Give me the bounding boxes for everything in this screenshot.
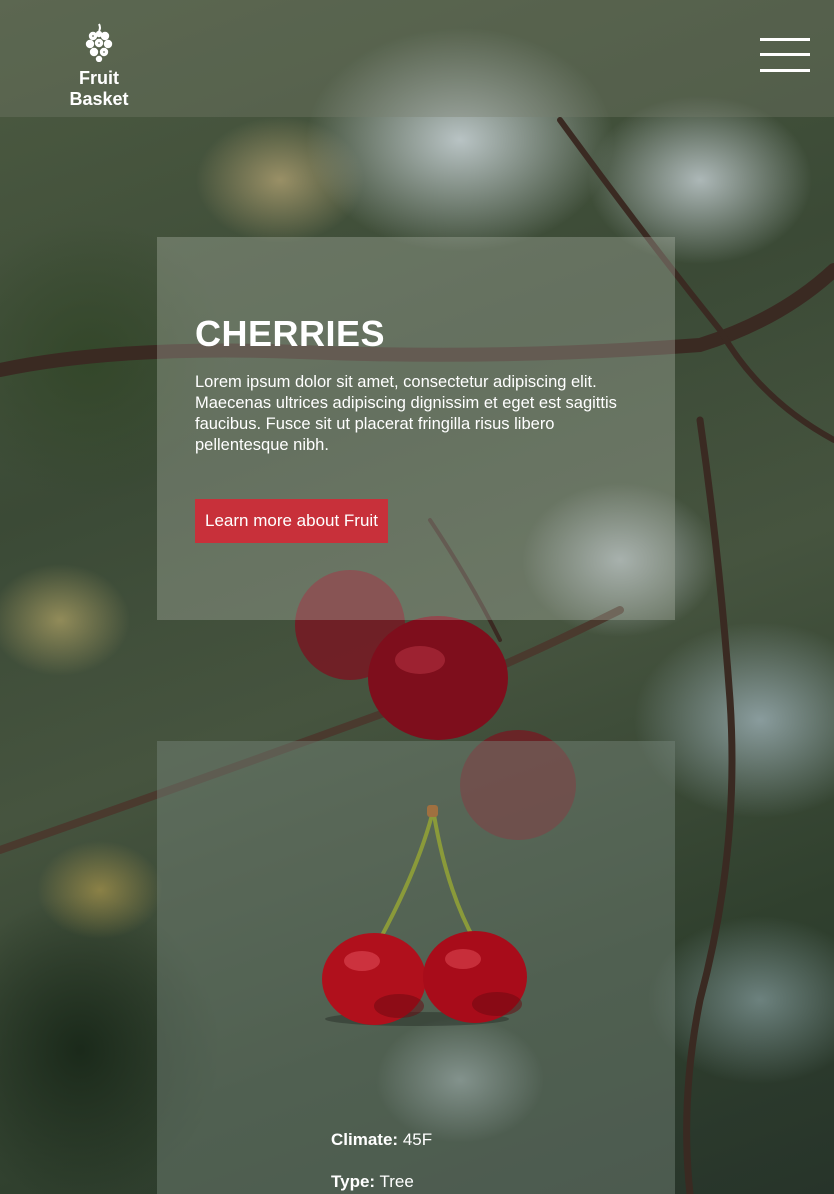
type-value: Tree bbox=[379, 1172, 414, 1191]
climate-info: Climate: 45F bbox=[331, 1130, 432, 1150]
climate-value: 45F bbox=[402, 1130, 433, 1149]
fruit-detail-card: Climate: 45F Type: Tree bbox=[157, 741, 675, 1194]
type-info: Type: Tree bbox=[331, 1172, 414, 1192]
grape-icon bbox=[85, 23, 113, 62]
top-bar: Fruit Basket bbox=[0, 0, 834, 117]
hero-title: CHERRIES bbox=[195, 313, 386, 354]
hamburger-menu-icon[interactable] bbox=[760, 38, 810, 74]
learn-more-button[interactable]: Learn more about Fruit bbox=[195, 499, 388, 543]
brand-name: Fruit Basket bbox=[69, 68, 129, 109]
brand-logo[interactable]: Fruit Basket bbox=[47, 22, 151, 110]
hero-description: Lorem ipsum dolor sit amet, consectetur … bbox=[195, 373, 617, 454]
hero-card: CHERRIES Lorem ipsum dolor sit amet, con… bbox=[157, 237, 675, 620]
cherries-image bbox=[322, 805, 527, 1026]
type-label: Type: bbox=[331, 1172, 376, 1191]
climate-label: Climate: bbox=[331, 1130, 399, 1149]
